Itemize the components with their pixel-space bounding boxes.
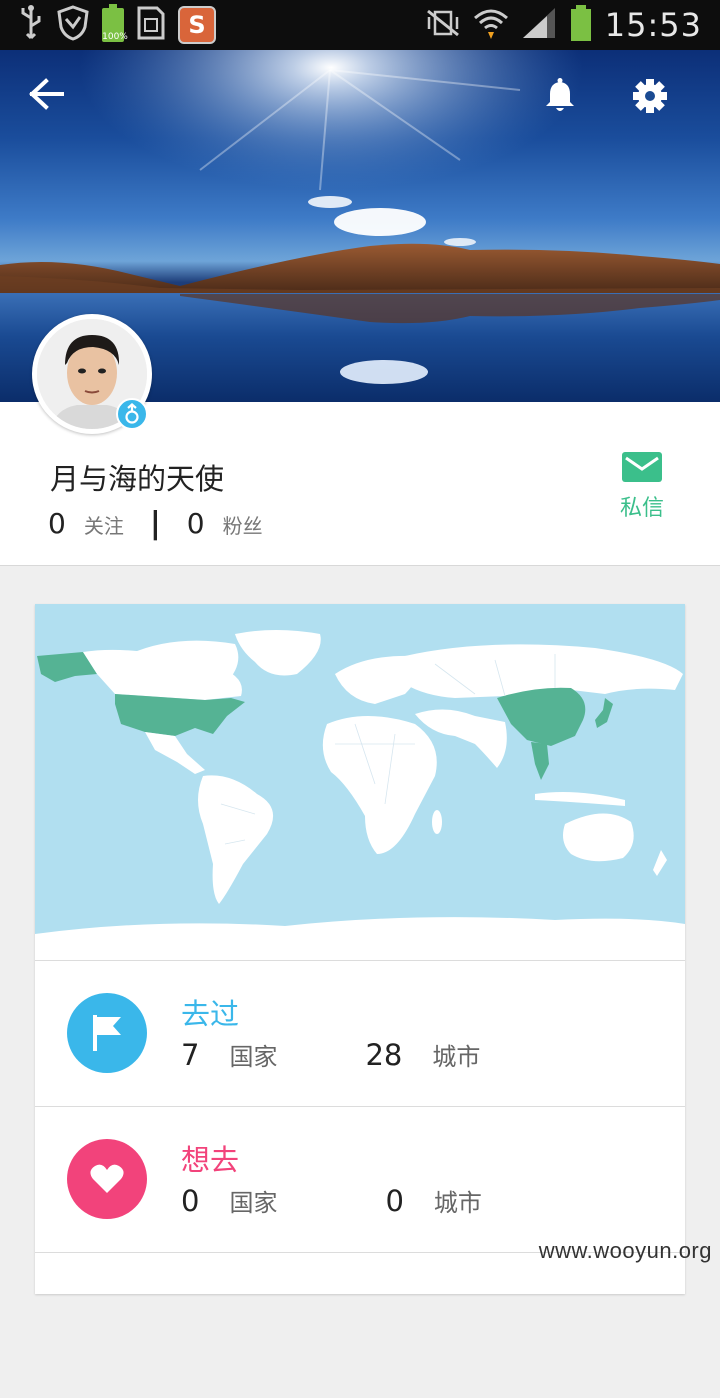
vibrate-mute-icon	[425, 8, 461, 42]
username: 月与海的天使	[50, 462, 225, 496]
wishlist-stats: 0 国家 0 城市	[181, 1183, 641, 1218]
visited-badge	[67, 993, 147, 1073]
battery-full-icon: 100%	[102, 4, 128, 42]
stats-separator: |	[149, 506, 161, 541]
following-label[interactable]: 关注	[84, 510, 124, 539]
follow-stats: 0 关注 | 0 粉丝	[48, 506, 263, 541]
followers-label[interactable]: 粉丝	[223, 510, 263, 539]
visited-countries-label: 国家	[229, 1043, 278, 1071]
wishlist-countries-label: 国家	[229, 1189, 278, 1217]
world-map[interactable]	[35, 604, 685, 960]
wishlist-cities-label: 城市	[433, 1189, 482, 1217]
wishlist-title: 想去	[181, 1143, 240, 1177]
gear-icon	[633, 79, 667, 113]
visited-stats: 7 国家 28 城市	[181, 1037, 641, 1072]
battery-icon	[569, 4, 593, 46]
followers-count[interactable]: 0	[187, 507, 205, 540]
sogou-input-icon: S	[178, 6, 216, 44]
watermark: www.wooyun.org	[538, 1238, 712, 1263]
clock: 15:53	[604, 6, 702, 44]
private-message-button[interactable]: 私信	[610, 452, 674, 522]
wishlist-countries-count: 0	[181, 1184, 200, 1218]
visited-title: 去过	[181, 997, 240, 1031]
heart-icon	[90, 1164, 124, 1193]
visited-cities-label: 城市	[432, 1043, 481, 1071]
usb-icon	[18, 4, 44, 46]
signal-icon	[521, 6, 557, 44]
world-map-graphic	[35, 604, 685, 960]
visited-row[interactable]: 去过 7 国家 28 城市	[35, 960, 685, 1106]
back-button[interactable]	[28, 78, 84, 134]
mail-icon	[622, 452, 662, 482]
following-count[interactable]: 0	[48, 507, 66, 540]
wishlist-badge	[67, 1139, 147, 1219]
arrow-left-icon	[29, 78, 64, 110]
visited-countries-count: 7	[181, 1038, 200, 1072]
wishlist-row[interactable]: 想去 0 国家 0 城市	[35, 1106, 685, 1252]
travel-card: 去过 7 国家 28 城市 想去 0 国家 0 城市	[35, 604, 685, 1294]
status-bar: 100% S 15:53	[0, 0, 720, 50]
visited-cities-count: 28	[365, 1038, 403, 1072]
male-icon	[116, 398, 148, 430]
settings-button[interactable]	[632, 78, 688, 134]
private-message-label: 私信	[619, 496, 664, 521]
next-row	[35, 1252, 685, 1398]
shield-icon	[56, 5, 90, 45]
wishlist-cities-count: 0	[385, 1184, 404, 1218]
flag-icon	[93, 1015, 121, 1051]
bell-icon	[546, 78, 574, 111]
wifi-icon	[473, 6, 509, 44]
notifications-button[interactable]	[544, 78, 600, 134]
sim-card-icon	[136, 5, 166, 45]
